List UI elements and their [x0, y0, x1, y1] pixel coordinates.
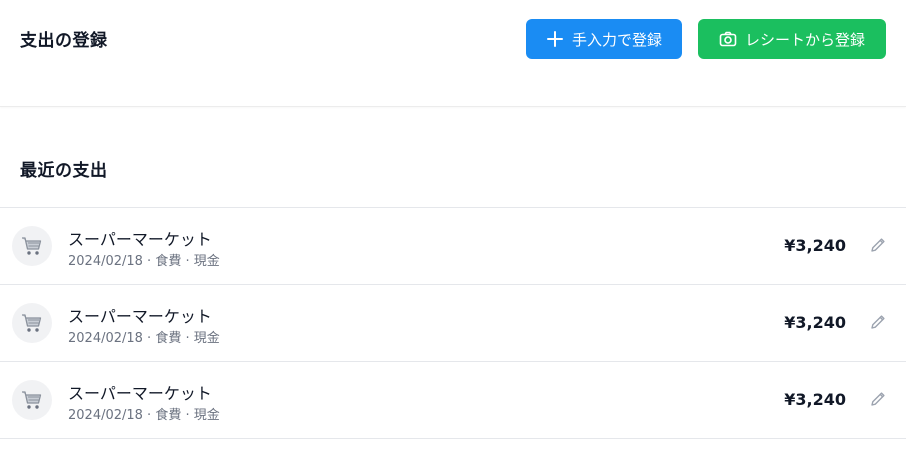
edit-pencil-icon[interactable] [869, 236, 887, 254]
shopping-cart-icon [12, 226, 52, 266]
expense-store-name: スーパーマーケット [68, 384, 212, 403]
receipt-entry-button[interactable]: レシートから登録 [698, 19, 886, 59]
camera-icon [719, 30, 737, 48]
manual-entry-button[interactable]: 手入力で登録 [526, 19, 682, 59]
expense-amount: ¥3,240 [784, 313, 846, 332]
plus-icon [546, 30, 564, 48]
shopping-cart-icon [12, 303, 52, 343]
expense-store-name: スーパーマーケット [68, 307, 212, 326]
recent-expenses-list: スーパーマーケット 2024/02/18 · 食費 · 現金 ¥3,240 スー… [0, 207, 906, 439]
page-title: 支出の登録 [20, 31, 108, 51]
edit-pencil-icon[interactable] [869, 390, 887, 408]
shopping-cart-icon [12, 380, 52, 420]
receipt-entry-label: レシートから登録 [744, 30, 865, 49]
expense-meta: 2024/02/18 · 食費 · 現金 [68, 331, 220, 346]
edit-pencil-icon[interactable] [869, 313, 887, 331]
expense-meta: 2024/02/18 · 食費 · 現金 [68, 254, 220, 269]
expense-amount: ¥3,240 [784, 236, 846, 255]
expense-meta: 2024/02/18 · 食費 · 現金 [68, 408, 220, 423]
page-header: 支出の登録 手入力で登録 レシートから登録 [0, 0, 906, 107]
expense-row[interactable]: スーパーマーケット 2024/02/18 · 食費 · 現金 ¥3,240 [0, 284, 906, 361]
recent-expenses-title: 最近の支出 [20, 161, 108, 181]
expense-amount: ¥3,240 [784, 390, 846, 409]
expense-store-name: スーパーマーケット [68, 230, 212, 249]
manual-entry-label: 手入力で登録 [571, 30, 662, 49]
expense-row[interactable]: スーパーマーケット 2024/02/18 · 食費 · 現金 ¥3,240 [0, 207, 906, 284]
expense-row[interactable]: スーパーマーケット 2024/02/18 · 食費 · 現金 ¥3,240 [0, 361, 906, 439]
